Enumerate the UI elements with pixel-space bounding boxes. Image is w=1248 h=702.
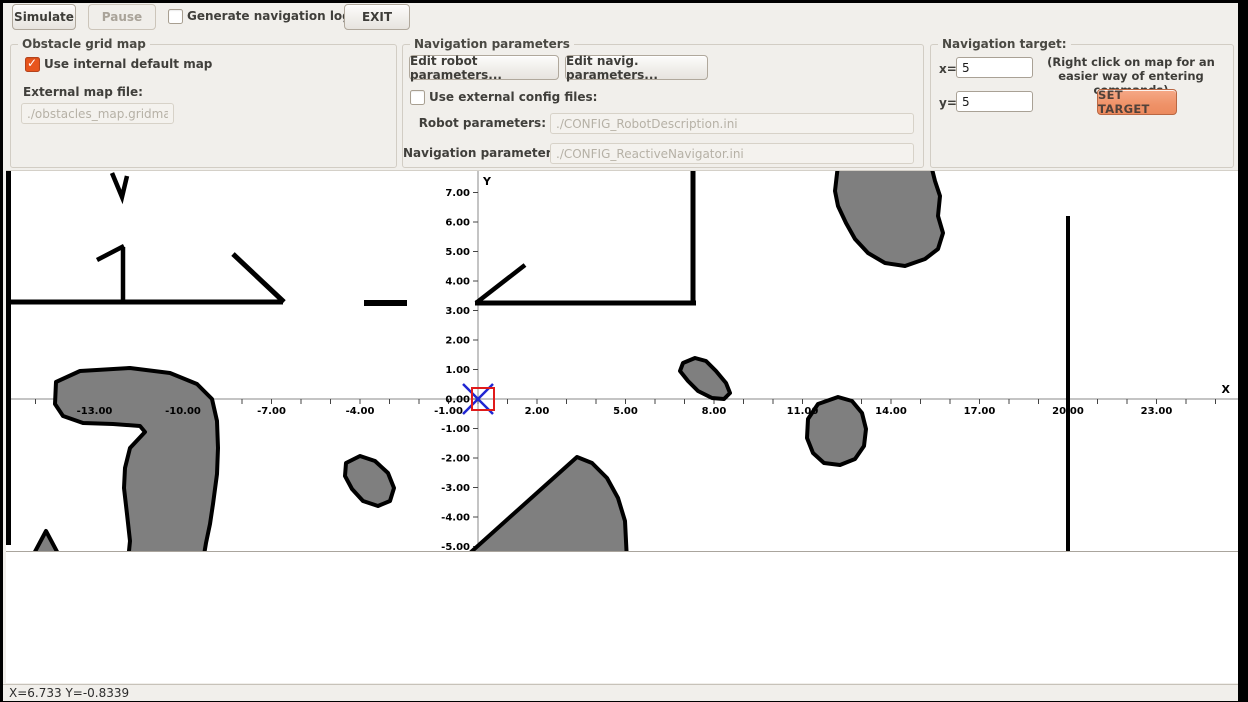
hint-line1: (Right click on map for an xyxy=(1047,55,1215,69)
x-tick-label: 17.00 xyxy=(964,406,996,417)
target-y-label: y= xyxy=(939,96,957,110)
navig-parameters-label: Navigation parameters: xyxy=(403,146,546,160)
obstacle-triangle-bottom-left xyxy=(30,531,62,552)
y-tick-label: 3.00 xyxy=(445,306,470,317)
navigation-parameters-title: Navigation parameters xyxy=(410,37,574,51)
wall-mid-diagonal xyxy=(476,265,525,303)
y-tick-label: -2.00 xyxy=(441,454,470,465)
generate-log-checkbox[interactable] xyxy=(168,9,183,24)
y-tick-label: 6.00 xyxy=(445,218,470,229)
use-external-config-checkbox[interactable] xyxy=(410,90,425,105)
x-tick-label: 14.00 xyxy=(875,406,907,417)
x-tick-label: -4.00 xyxy=(346,406,375,417)
x-tick-label: 2.00 xyxy=(525,406,550,417)
external-map-file-label: External map file: xyxy=(23,85,143,99)
obstacle-mountain-bottom xyxy=(461,457,627,552)
x-tick-label: 11.00 xyxy=(787,406,819,417)
wall-v-shape xyxy=(112,173,127,197)
obstacle-grid-map-title: Obstacle grid map xyxy=(18,37,150,51)
obstacle-blob-top-right xyxy=(835,171,943,266)
x-axis-letter: X xyxy=(1222,383,1231,396)
target-x-input[interactable] xyxy=(956,57,1033,78)
robot-parameters-input[interactable] xyxy=(550,113,914,134)
use-internal-map-label: Use internal default map xyxy=(44,57,212,71)
y-tick-label: 2.00 xyxy=(445,336,470,347)
wall-stub-diagonal xyxy=(97,246,124,260)
target-x-label: x= xyxy=(939,62,957,76)
wall-diagonal-left xyxy=(233,254,284,302)
y-tick-label: 5.00 xyxy=(445,247,470,258)
obstacle-blob-large-left xyxy=(55,368,218,552)
cursor-coordinates: X=6.733 Y=-0.8339 xyxy=(3,686,129,700)
x-tick-label: -1.00 xyxy=(434,406,463,417)
edit-robot-parameters-button[interactable]: Edit robot parameters... xyxy=(409,55,559,80)
lower-empty-panel xyxy=(6,552,1238,683)
robot-parameters-label: Robot parameters: xyxy=(403,116,546,130)
y-tick-label: 4.00 xyxy=(445,277,470,288)
set-target-button[interactable]: SET TARGET xyxy=(1097,89,1177,115)
y-tick-label: 1.00 xyxy=(445,365,470,376)
x-tick-label: -7.00 xyxy=(257,406,286,417)
use-internal-map-checkbox[interactable] xyxy=(25,57,40,72)
exit-button[interactable]: EXIT xyxy=(344,4,410,30)
navigation-target-title: Navigation target: xyxy=(938,37,1071,51)
external-map-file-input[interactable] xyxy=(21,103,174,124)
y-tick-label: 7.00 xyxy=(445,188,470,199)
navigation-parameters-group: Navigation parameters Edit robot paramet… xyxy=(402,44,924,168)
map-panel: -13.00 -10.00 -7.00 -4.00 -1.00 2.00 5.00 8.00 1… xyxy=(6,170,1238,552)
use-external-config-label: Use external config files: xyxy=(429,90,597,104)
navig-parameters-input[interactable] xyxy=(550,143,914,164)
wall-left-boundary xyxy=(6,171,11,545)
x-tick-label: -13.00 xyxy=(77,406,113,417)
pause-button[interactable]: Pause xyxy=(88,4,156,30)
edit-navig-parameters-button[interactable]: Edit navig. parameters... xyxy=(565,55,708,80)
y-tick-label: 0.00 xyxy=(445,395,470,406)
x-tick-label: 20.00 xyxy=(1052,406,1084,417)
y-tick-label: -3.00 xyxy=(441,483,470,494)
x-tick-label: 23.00 xyxy=(1141,406,1173,417)
y-axis-letter: Y xyxy=(482,175,492,188)
navigation-target-group: Navigation target: x= y= (Right click on… xyxy=(930,44,1234,168)
x-tick-label: 5.00 xyxy=(613,406,638,417)
map-obstacles xyxy=(30,171,943,552)
y-tick-label: -4.00 xyxy=(441,513,470,524)
x-tick-label: 8.00 xyxy=(702,406,727,417)
y-tick-label: -1.00 xyxy=(441,424,470,435)
map-canvas[interactable]: -13.00 -10.00 -7.00 -4.00 -1.00 2.00 5.00 8.00 1… xyxy=(6,171,1238,552)
x-tick-label: -10.00 xyxy=(165,406,201,417)
status-bar: X=6.733 Y=-0.8339 xyxy=(3,684,1238,701)
app-screen: Simulate Pause Generate navigation log f… xyxy=(0,0,1248,702)
obstacle-grid-map-group: Obstacle grid map Use internal default m… xyxy=(10,44,397,168)
target-y-input[interactable] xyxy=(956,91,1033,112)
simulate-button[interactable]: Simulate xyxy=(12,4,76,30)
obstacle-bean-small xyxy=(345,456,394,506)
axis-tick-labels: -13.00 -10.00 -7.00 -4.00 -1.00 2.00 5.00 8.00 1… xyxy=(77,188,1173,552)
obstacle-bean-above-axis xyxy=(680,358,730,399)
